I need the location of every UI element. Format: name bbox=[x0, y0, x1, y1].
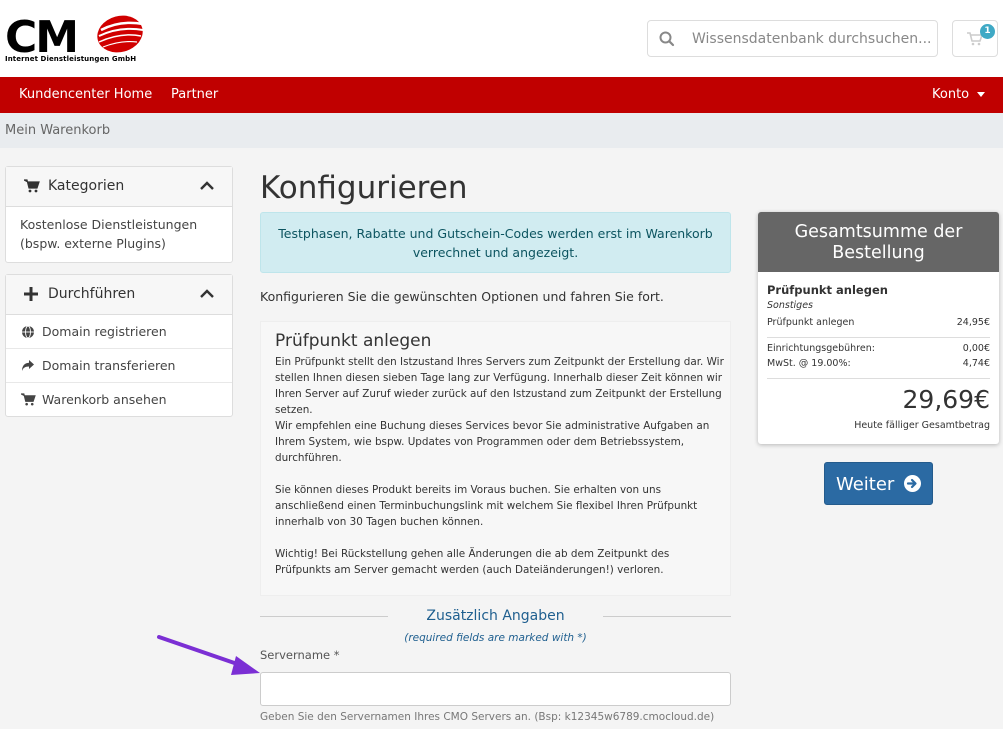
order-summary-body: Prüfpunkt anlegen Sonstiges Prüfpunkt an… bbox=[767, 283, 990, 384]
actions-panel-header[interactable]: Durchführen bbox=[6, 275, 232, 315]
categories-panel-header[interactable]: Kategorien bbox=[6, 167, 232, 207]
continue-button[interactable]: Weiter bbox=[824, 462, 933, 505]
tax-label: MwSt. @ 19.00%: bbox=[767, 358, 851, 369]
summary-separator bbox=[767, 337, 990, 338]
share-arrow-icon bbox=[22, 360, 34, 371]
servername-label: Servername * bbox=[260, 648, 340, 662]
summary-line-item: Prüfpunkt anlegen 24,95€ bbox=[767, 317, 990, 332]
summary-separator bbox=[767, 378, 990, 379]
logo-graphic: CM bbox=[5, 12, 144, 63]
breadcrumb-current: Mein Warenkorb bbox=[5, 123, 111, 138]
categories-title: Kategorien bbox=[48, 178, 125, 194]
nav-partner[interactable]: Partner bbox=[171, 77, 218, 113]
nav-konto-label: Konto bbox=[932, 87, 970, 102]
servername-input[interactable] bbox=[260, 672, 731, 706]
tax-value: 4,74€ bbox=[962, 358, 990, 369]
svg-text:CM: CM bbox=[5, 12, 77, 56]
summary-setup-fee: Einrichtungsgebühren: 0,00€ bbox=[767, 343, 990, 358]
product-desc-paragraph: Sie können dieses Produkt bereits im Vor… bbox=[275, 484, 698, 528]
plus-icon bbox=[24, 287, 38, 301]
configure-intro-text: Konfigurieren Sie die gewünschten Option… bbox=[260, 289, 664, 304]
nav-kundencenter-home[interactable]: Kundencenter Home bbox=[19, 77, 152, 113]
globe-icon bbox=[22, 325, 34, 339]
sidebar-item-label: Domain registrieren bbox=[42, 324, 167, 339]
category-item-free-services[interactable]: Kostenlose Dienstleistungen (bspw. exter… bbox=[6, 207, 232, 261]
sidebar-item-label: Domain transferieren bbox=[42, 358, 176, 373]
product-info-box: Prüfpunkt anlegen Ein Prüfpunkt stellt d… bbox=[260, 321, 731, 596]
setup-fee-value: 0,00€ bbox=[962, 343, 990, 354]
sidebar-item-domain-register[interactable]: Domain registrieren bbox=[6, 315, 232, 349]
order-summary-title: Gesamtsumme der Bestellung bbox=[758, 212, 999, 272]
product-desc-paragraph: Ein Prüfpunkt stellt den Istzustand Ihre… bbox=[275, 356, 724, 416]
summary-total-label: Heute fälliger Gesamtbetrag bbox=[854, 420, 990, 431]
nav-konto-dropdown[interactable]: Konto bbox=[932, 77, 986, 113]
breadcrumb: Mein Warenkorb bbox=[0, 113, 1003, 148]
main-navbar: Kundencenter Home Partner Konto bbox=[0, 77, 1003, 113]
sidebar-item-view-cart[interactable]: Warenkorb ansehen bbox=[6, 383, 232, 417]
annotation-arrow-icon bbox=[157, 635, 260, 675]
summary-product-category: Sonstiges bbox=[767, 300, 814, 311]
knowledgebase-search[interactable] bbox=[647, 20, 938, 57]
shopping-cart-icon bbox=[24, 179, 40, 193]
sidebar-actions-panel: Durchführen Domain registrieren Domain t… bbox=[5, 274, 233, 417]
additional-info-title: Zusätzlich Angaben bbox=[426, 608, 565, 624]
product-desc-paragraph: Wir empfehlen eine Buchung dieses Servic… bbox=[275, 420, 710, 464]
search-icon bbox=[659, 31, 675, 47]
sidebar-item-domain-transfer[interactable]: Domain transferieren bbox=[6, 349, 232, 383]
cart-count-badge: 1 bbox=[980, 24, 995, 39]
chevron-up-icon[interactable] bbox=[200, 289, 214, 299]
product-description: Ein Prüfpunkt stellt den Istzustand Ihre… bbox=[275, 354, 725, 594]
product-desc-paragraph: Wichtig! Bei Rückstellung gehen alle Änd… bbox=[275, 548, 670, 576]
servername-help-text: Geben Sie den Servernamen Ihres CMO Serv… bbox=[260, 711, 715, 723]
setup-fee-label: Einrichtungsgebühren: bbox=[767, 343, 875, 354]
info-alert: Testphasen, Rabatte und Gutschein-Codes … bbox=[260, 212, 731, 273]
site-header: CM Internet Dienstleistungen GmbH 1 bbox=[0, 0, 1003, 77]
actions-title: Durchführen bbox=[48, 286, 136, 302]
arrow-circle-right-icon bbox=[904, 475, 922, 492]
required-fields-note: (required fields are marked with *) bbox=[404, 632, 587, 644]
summary-tax: MwSt. @ 19.00%: 4,74€ bbox=[767, 358, 990, 373]
cart-icon bbox=[21, 393, 36, 406]
cmo-logo[interactable]: CM Internet Dienstleistungen GmbH bbox=[5, 10, 145, 68]
line-item-price: 24,95€ bbox=[956, 317, 990, 328]
chevron-up-icon[interactable] bbox=[200, 181, 214, 191]
order-summary-panel: Gesamtsumme der Bestellung Prüfpunkt anl… bbox=[758, 212, 999, 444]
line-item-label: Prüfpunkt anlegen bbox=[767, 317, 855, 328]
continue-button-label: Weiter bbox=[835, 474, 895, 495]
summary-product-name: Prüfpunkt anlegen bbox=[767, 283, 888, 297]
sidebar-item-label: Warenkorb ansehen bbox=[42, 392, 167, 407]
cart-button[interactable]: 1 bbox=[952, 20, 998, 57]
page-title: Konfigurieren bbox=[260, 170, 468, 206]
search-input[interactable] bbox=[692, 21, 932, 56]
logo-tagline: Internet Dienstleistungen GmbH bbox=[5, 55, 137, 63]
sidebar-categories-panel: Kategorien Kostenlose Dienstleistungen (… bbox=[5, 166, 233, 263]
caret-down-icon bbox=[977, 92, 986, 97]
product-title: Prüfpunkt anlegen bbox=[275, 331, 432, 351]
summary-total: 29,69€ bbox=[902, 385, 990, 414]
